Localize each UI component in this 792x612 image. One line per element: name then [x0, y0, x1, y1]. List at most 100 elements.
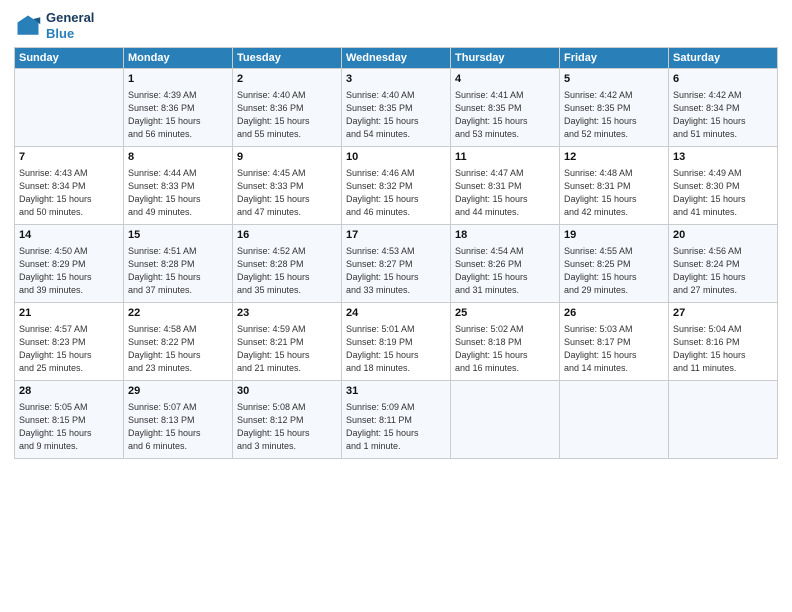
calendar-cell: 26 Sunrise: 5:03 AMSunset: 8:17 PMDayligh…	[560, 303, 669, 381]
calendar-cell: 19 Sunrise: 4:55 AMSunset: 8:25 PMDayligh…	[560, 225, 669, 303]
week-row-5: 28 Sunrise: 5:05 AMSunset: 8:15 PMDayligh…	[15, 381, 778, 459]
day-number: 31	[346, 384, 446, 399]
day-number: 22	[128, 306, 228, 321]
cell-info: Sunrise: 4:59 AMSunset: 8:21 PMDaylight:…	[237, 323, 337, 375]
cell-info: Sunrise: 4:41 AMSunset: 8:35 PMDaylight:…	[455, 89, 555, 141]
cell-info: Sunrise: 4:42 AMSunset: 8:35 PMDaylight:…	[564, 89, 664, 141]
day-header-friday: Friday	[560, 48, 669, 69]
week-row-2: 7 Sunrise: 4:43 AMSunset: 8:34 PMDaylight…	[15, 147, 778, 225]
day-number: 12	[564, 150, 664, 165]
day-number: 27	[673, 306, 773, 321]
day-number: 24	[346, 306, 446, 321]
calendar-cell: 4 Sunrise: 4:41 AMSunset: 8:35 PMDaylight…	[451, 69, 560, 147]
week-row-4: 21 Sunrise: 4:57 AMSunset: 8:23 PMDayligh…	[15, 303, 778, 381]
cell-info: Sunrise: 4:48 AMSunset: 8:31 PMDaylight:…	[564, 167, 664, 219]
week-row-1: 1 Sunrise: 4:39 AMSunset: 8:36 PMDaylight…	[15, 69, 778, 147]
cell-info: Sunrise: 5:07 AMSunset: 8:13 PMDaylight:…	[128, 401, 228, 453]
day-number: 18	[455, 228, 555, 243]
cell-info: Sunrise: 4:49 AMSunset: 8:30 PMDaylight:…	[673, 167, 773, 219]
calendar-cell: 13 Sunrise: 4:49 AMSunset: 8:30 PMDayligh…	[669, 147, 778, 225]
day-number: 3	[346, 72, 446, 87]
cell-info: Sunrise: 5:04 AMSunset: 8:16 PMDaylight:…	[673, 323, 773, 375]
calendar-cell: 27 Sunrise: 5:04 AMSunset: 8:16 PMDayligh…	[669, 303, 778, 381]
day-number: 28	[19, 384, 119, 399]
calendar-cell	[451, 381, 560, 459]
cell-info: Sunrise: 4:39 AMSunset: 8:36 PMDaylight:…	[128, 89, 228, 141]
calendar-cell: 17 Sunrise: 4:53 AMSunset: 8:27 PMDayligh…	[342, 225, 451, 303]
day-number: 21	[19, 306, 119, 321]
day-number: 8	[128, 150, 228, 165]
cell-info: Sunrise: 4:40 AMSunset: 8:36 PMDaylight:…	[237, 89, 337, 141]
calendar-cell: 12 Sunrise: 4:48 AMSunset: 8:31 PMDayligh…	[560, 147, 669, 225]
calendar-cell: 9Sunrise: 4:45 AMSunset: 8:33 PMDaylight…	[233, 147, 342, 225]
cell-info: Sunrise: 4:42 AMSunset: 8:34 PMDaylight:…	[673, 89, 773, 141]
calendar-cell: 11 Sunrise: 4:47 AMSunset: 8:31 PMDayligh…	[451, 147, 560, 225]
day-number: 10	[346, 150, 446, 165]
day-header-thursday: Thursday	[451, 48, 560, 69]
calendar-cell: 8 Sunrise: 4:44 AMSunset: 8:33 PMDaylight…	[124, 147, 233, 225]
calendar-cell: 23 Sunrise: 4:59 AMSunset: 8:21 PMDayligh…	[233, 303, 342, 381]
calendar-cell: 31Sunrise: 5:09 AMSunset: 8:11 PMDayligh…	[342, 381, 451, 459]
cell-info: Sunrise: 4:50 AMSunset: 8:29 PMDaylight:…	[19, 245, 119, 297]
calendar-cell	[669, 381, 778, 459]
cell-info: Sunrise: 4:52 AMSunset: 8:28 PMDaylight:…	[237, 245, 337, 297]
header: General Blue	[14, 10, 778, 41]
day-header-monday: Monday	[124, 48, 233, 69]
cell-info: Sunrise: 5:03 AMSunset: 8:17 PMDaylight:…	[564, 323, 664, 375]
calendar-cell	[560, 381, 669, 459]
cell-info: Sunrise: 4:57 AMSunset: 8:23 PMDaylight:…	[19, 323, 119, 375]
cell-info: Sunrise: 4:46 AMSunset: 8:32 PMDaylight:…	[346, 167, 446, 219]
cell-info: Sunrise: 4:47 AMSunset: 8:31 PMDaylight:…	[455, 167, 555, 219]
cell-info: Sunrise: 4:55 AMSunset: 8:25 PMDaylight:…	[564, 245, 664, 297]
day-number: 4	[455, 72, 555, 87]
cell-info: Sunrise: 4:44 AMSunset: 8:33 PMDaylight:…	[128, 167, 228, 219]
day-header-wednesday: Wednesday	[342, 48, 451, 69]
day-number: 16	[237, 228, 337, 243]
calendar-cell: 24 Sunrise: 5:01 AMSunset: 8:19 PMDayligh…	[342, 303, 451, 381]
cell-info: Sunrise: 4:51 AMSunset: 8:28 PMDaylight:…	[128, 245, 228, 297]
day-number: 13	[673, 150, 773, 165]
calendar-cell: 16 Sunrise: 4:52 AMSunset: 8:28 PMDayligh…	[233, 225, 342, 303]
day-number: 1	[128, 72, 228, 87]
calendar-cell: 5 Sunrise: 4:42 AMSunset: 8:35 PMDaylight…	[560, 69, 669, 147]
calendar-cell: 1 Sunrise: 4:39 AMSunset: 8:36 PMDaylight…	[124, 69, 233, 147]
cell-info: Sunrise: 4:56 AMSunset: 8:24 PMDaylight:…	[673, 245, 773, 297]
day-number: 26	[564, 306, 664, 321]
day-header-sunday: Sunday	[15, 48, 124, 69]
calendar-cell	[15, 69, 124, 147]
day-number: 30	[237, 384, 337, 399]
cell-info: Sunrise: 5:02 AMSunset: 8:18 PMDaylight:…	[455, 323, 555, 375]
day-header-saturday: Saturday	[669, 48, 778, 69]
day-header-tuesday: Tuesday	[233, 48, 342, 69]
logo-icon	[14, 12, 42, 40]
day-number: 5	[564, 72, 664, 87]
day-number: 6	[673, 72, 773, 87]
calendar-cell: 7 Sunrise: 4:43 AMSunset: 8:34 PMDaylight…	[15, 147, 124, 225]
day-number: 19	[564, 228, 664, 243]
day-number: 9	[237, 150, 337, 165]
cell-info: Sunrise: 5:08 AMSunset: 8:12 PMDaylight:…	[237, 401, 337, 453]
week-row-3: 14Sunrise: 4:50 AMSunset: 8:29 PMDayligh…	[15, 225, 778, 303]
calendar-cell: 14Sunrise: 4:50 AMSunset: 8:29 PMDayligh…	[15, 225, 124, 303]
calendar-cell: 29 Sunrise: 5:07 AMSunset: 8:13 PMDayligh…	[124, 381, 233, 459]
cell-info: Sunrise: 4:53 AMSunset: 8:27 PMDaylight:…	[346, 245, 446, 297]
day-number: 15	[128, 228, 228, 243]
cell-info: Sunrise: 4:40 AMSunset: 8:35 PMDaylight:…	[346, 89, 446, 141]
calendar-cell: 22 Sunrise: 4:58 AMSunset: 8:22 PMDayligh…	[124, 303, 233, 381]
calendar-cell: 15 Sunrise: 4:51 AMSunset: 8:28 PMDayligh…	[124, 225, 233, 303]
calendar-cell: 30 Sunrise: 5:08 AMSunset: 8:12 PMDayligh…	[233, 381, 342, 459]
cell-info: Sunrise: 4:54 AMSunset: 8:26 PMDaylight:…	[455, 245, 555, 297]
day-number: 17	[346, 228, 446, 243]
day-number: 7	[19, 150, 119, 165]
day-number: 23	[237, 306, 337, 321]
calendar-cell: 28 Sunrise: 5:05 AMSunset: 8:15 PMDayligh…	[15, 381, 124, 459]
cell-info: Sunrise: 5:05 AMSunset: 8:15 PMDaylight:…	[19, 401, 119, 453]
cell-info: Sunrise: 4:43 AMSunset: 8:34 PMDaylight:…	[19, 167, 119, 219]
calendar-cell: 6 Sunrise: 4:42 AMSunset: 8:34 PMDaylight…	[669, 69, 778, 147]
cell-info: Sunrise: 4:58 AMSunset: 8:22 PMDaylight:…	[128, 323, 228, 375]
logo: General Blue	[14, 10, 94, 41]
calendar-cell: 21 Sunrise: 4:57 AMSunset: 8:23 PMDayligh…	[15, 303, 124, 381]
day-number: 11	[455, 150, 555, 165]
cell-info: Sunrise: 5:01 AMSunset: 8:19 PMDaylight:…	[346, 323, 446, 375]
day-number: 29	[128, 384, 228, 399]
